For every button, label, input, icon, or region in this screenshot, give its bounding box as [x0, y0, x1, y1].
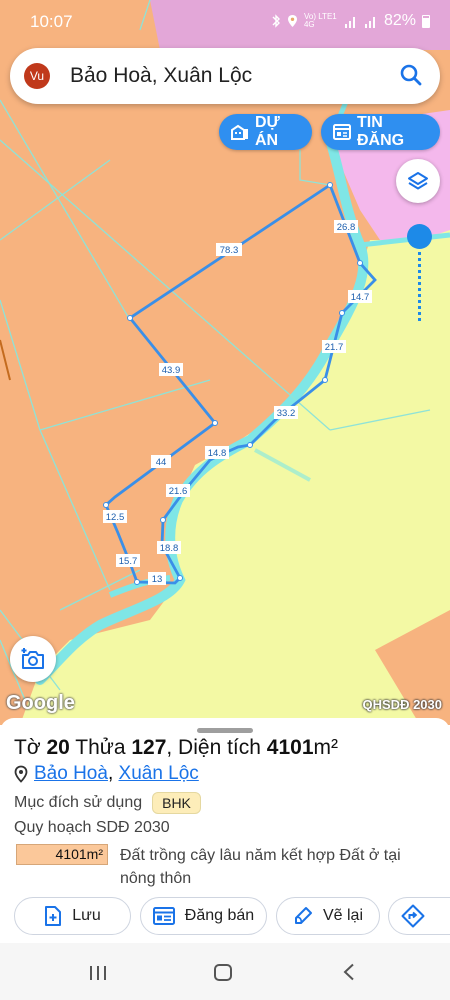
opacity-slider-track[interactable] — [418, 245, 421, 321]
save-label: Lưu — [72, 907, 101, 924]
svg-text:21.6: 21.6 — [169, 486, 188, 497]
commune-link[interactable]: Bảo Hoà — [34, 763, 108, 784]
map-canvas[interactable]: 78.3 26.8 14.7 21.7 33.2 14.8 43.9 44 21… — [0, 0, 450, 725]
svg-text:14.7: 14.7 — [351, 292, 370, 303]
tin-dang-label: TIN ĐĂNG — [357, 114, 405, 149]
camera-add-icon — [21, 648, 44, 669]
home-icon[interactable] — [214, 964, 232, 981]
drag-handle[interactable] — [197, 728, 253, 733]
du-an-button[interactable]: DỰ ÁN — [219, 114, 312, 150]
plan-label: Quy hoạch SDĐ 2030 — [14, 819, 170, 836]
bluetooth-icon — [272, 14, 280, 28]
save-button[interactable]: Lưu — [14, 897, 131, 935]
search-input[interactable]: Bảo Hoà, Xuân Lộc — [70, 64, 252, 88]
location-row: Bảo Hoà, Xuân Lộc — [14, 763, 199, 785]
svg-text:12.5: 12.5 — [106, 512, 125, 523]
edge-label-4: 21.7 — [322, 340, 346, 353]
svg-text:14.8: 14.8 — [208, 448, 227, 459]
edge-label-3: 14.7 — [348, 290, 372, 303]
location-icon — [287, 15, 297, 27]
status-icons: Vo) LTE1 4G 82% — [271, 12, 430, 30]
svg-text:44: 44 — [156, 457, 167, 468]
edge-label-13: 13 — [148, 572, 166, 585]
sheet-number: 20 — [46, 736, 70, 759]
post-sale-button[interactable]: Đăng bán — [140, 897, 267, 935]
layers-button[interactable] — [396, 159, 440, 203]
redraw-label: Vẽ lại — [322, 907, 364, 924]
svg-text:26.8: 26.8 — [337, 222, 356, 233]
edge-label-5: 33.2 — [274, 406, 298, 419]
status-bar: 10:07 Vo) LTE1 4G 82% — [0, 0, 450, 44]
land-use-row: Mục đích sử dụng BHK — [14, 792, 201, 814]
directions-button[interactable] — [388, 897, 450, 935]
parcel-area: 4101 — [266, 736, 314, 759]
edge-label-11: 18.8 — [157, 541, 181, 554]
district-link[interactable]: Xuân Lộc — [119, 763, 199, 784]
directions-icon — [401, 904, 425, 928]
edge-label-6: 14.8 — [205, 446, 229, 459]
draw-icon — [294, 907, 312, 924]
opacity-slider-handle[interactable] — [407, 224, 432, 249]
post-sale-label: Đăng bán — [184, 907, 255, 924]
system-nav-bar — [0, 943, 450, 1000]
status-time: 10:07 — [30, 12, 73, 31]
avatar[interactable]: Vu — [24, 63, 50, 89]
edge-label-9: 21.6 — [166, 484, 190, 497]
edge-label-10: 12.5 — [103, 510, 127, 523]
listing-icon — [333, 124, 351, 140]
svg-text:18.8: 18.8 — [160, 543, 179, 554]
svg-text:13: 13 — [152, 574, 163, 585]
camera-button[interactable] — [10, 636, 56, 682]
map-layer-label: QHSDĐ 2030 — [362, 697, 442, 712]
action-buttons: Lưu Đăng bán Vẽ lại — [14, 897, 450, 935]
network-label: Vo) LTE1 4G — [303, 12, 337, 29]
edge-label-1: 78.3 — [216, 243, 242, 256]
svg-text:43.9: 43.9 — [162, 365, 181, 376]
map-view[interactable]: 78.3 26.8 14.7 21.7 33.2 14.8 43.9 44 21… — [0, 0, 450, 725]
svg-text:33.2: 33.2 — [277, 408, 296, 419]
search-icon[interactable] — [398, 62, 424, 88]
layers-icon — [408, 172, 428, 190]
search-bar[interactable]: Vu Bảo Hoà, Xuân Lộc — [10, 48, 440, 104]
back-icon[interactable] — [342, 963, 356, 981]
du-an-label: DỰ ÁN — [255, 114, 280, 149]
edge-label-2: 26.8 — [334, 220, 358, 233]
land-use-label: Mục đích sử dụng — [14, 794, 143, 811]
svg-text:15.7: 15.7 — [119, 556, 138, 567]
parcel-info-panel: Tờ 20 Thửa 127, Diện tích 4101m² Bảo Hoà… — [0, 718, 450, 943]
tin-dang-button[interactable]: TIN ĐĂNG — [321, 114, 440, 150]
signal-icon-2 — [364, 16, 375, 28]
battery-icon — [422, 14, 430, 28]
edge-label-8: 44 — [151, 455, 171, 468]
building-icon — [231, 124, 248, 140]
listing-icon — [152, 907, 175, 925]
parcel-title: Tờ 20 Thửa 127, Diện tích 4101m² — [14, 736, 338, 759]
redraw-button[interactable]: Vẽ lại — [276, 897, 380, 935]
svg-text:78.3: 78.3 — [220, 245, 239, 256]
recent-apps-icon[interactable] — [89, 965, 107, 981]
add-file-icon — [45, 906, 62, 926]
google-logo: Google — [6, 692, 75, 714]
plan-area-box: 4101m² — [16, 844, 108, 865]
edge-label-12: 15.7 — [116, 554, 140, 567]
battery-percent: 82% — [383, 12, 416, 29]
land-use-badge: BHK — [152, 792, 201, 814]
parcel-number: 127 — [131, 736, 167, 759]
signal-icon — [344, 16, 355, 28]
edge-label-7: 43.9 — [159, 363, 183, 376]
svg-text:21.7: 21.7 — [325, 342, 344, 353]
plan-description: Đất trồng cây lâu năm kết hợp Đất ở tại … — [120, 847, 401, 887]
location-pin-icon — [14, 765, 28, 783]
